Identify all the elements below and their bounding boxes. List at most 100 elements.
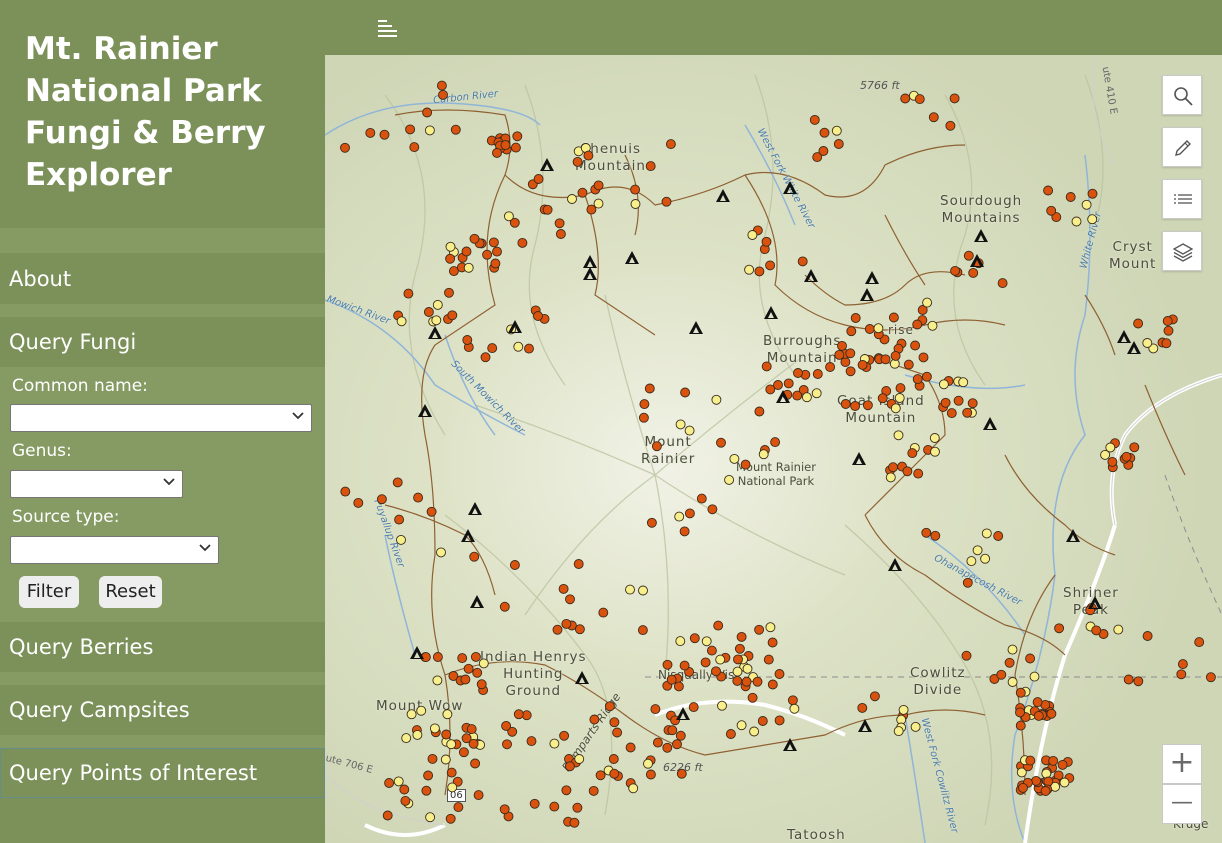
fungi-marker[interactable]	[487, 343, 498, 354]
fungi-marker[interactable]	[461, 246, 472, 257]
fungi-marker[interactable]	[561, 618, 572, 629]
fungi-marker[interactable]	[499, 601, 510, 612]
fungi-marker[interactable]	[661, 196, 672, 207]
genus-select[interactable]	[10, 470, 183, 498]
campsite-icon[interactable]	[461, 529, 475, 542]
fungi-marker[interactable]	[765, 260, 776, 271]
fungi-marker[interactable]	[797, 256, 808, 267]
fungi-marker[interactable]	[382, 810, 393, 821]
fungi-marker[interactable]	[432, 652, 443, 662]
fungi-marker[interactable]	[1046, 708, 1057, 719]
fungi-marker[interactable]	[609, 717, 620, 728]
fungi-marker[interactable]	[405, 124, 416, 135]
fungi-marker[interactable]	[921, 371, 932, 382]
fungi-marker[interactable]	[542, 204, 553, 215]
fungi-marker[interactable]	[559, 730, 570, 741]
fungi-marker[interactable]	[953, 395, 964, 406]
fungi-marker[interactable]	[512, 131, 523, 142]
fungi-marker[interactable]	[1087, 188, 1098, 199]
fungi-marker[interactable]	[499, 804, 510, 815]
fungi-marker[interactable]	[869, 691, 880, 702]
fungi-marker[interactable]	[565, 594, 575, 605]
campsite-icon[interactable]	[583, 255, 597, 268]
fungi-marker[interactable]	[732, 675, 743, 686]
fungi-marker[interactable]	[689, 633, 700, 644]
fungi-marker[interactable]	[444, 287, 454, 298]
fungi-marker[interactable]	[877, 393, 888, 404]
fungi-marker[interactable]	[612, 727, 623, 738]
reset-button[interactable]: Reset	[99, 576, 162, 608]
berry-marker[interactable]	[801, 392, 812, 403]
campsite-icon[interactable]	[783, 738, 797, 751]
fungi-marker[interactable]	[593, 180, 604, 191]
fungi-marker[interactable]	[421, 785, 432, 796]
berry-marker[interactable]	[898, 704, 909, 715]
campsite-icon[interactable]	[625, 251, 639, 264]
fungi-marker[interactable]	[549, 801, 560, 812]
fungi-marker[interactable]	[509, 560, 520, 570]
berry-marker[interactable]	[440, 754, 451, 765]
fungi-marker[interactable]	[809, 114, 820, 125]
fungi-marker[interactable]	[609, 768, 620, 779]
fungi-marker[interactable]	[554, 218, 565, 229]
berry-marker[interactable]	[432, 299, 443, 310]
fungi-marker[interactable]	[900, 93, 911, 104]
fungi-marker[interactable]	[725, 729, 736, 739]
fungi-marker[interactable]	[763, 654, 774, 665]
fungi-marker[interactable]	[696, 493, 707, 504]
fungi-marker[interactable]	[427, 753, 438, 764]
fungi-marker[interactable]	[1033, 710, 1044, 721]
berry-marker[interactable]	[574, 754, 585, 764]
campsite-icon[interactable]	[428, 326, 442, 339]
fungi-marker[interactable]	[850, 313, 861, 323]
berry-marker[interactable]	[729, 453, 740, 464]
campsite-icon[interactable]	[676, 707, 690, 720]
fungi-marker[interactable]	[946, 408, 957, 419]
fungi-marker[interactable]	[447, 310, 458, 321]
fungi-marker[interactable]	[637, 625, 648, 636]
fungi-marker[interactable]	[754, 266, 765, 277]
berry-marker[interactable]	[893, 726, 904, 737]
fungi-marker[interactable]	[533, 174, 544, 184]
berry-marker[interactable]	[910, 721, 921, 732]
fungi-marker[interactable]	[588, 785, 599, 796]
fungi-marker[interactable]	[376, 494, 387, 505]
fungi-marker[interactable]	[734, 643, 745, 654]
fungi-marker[interactable]	[1177, 659, 1188, 670]
fungi-marker[interactable]	[645, 769, 656, 780]
fungi-marker[interactable]	[675, 730, 686, 741]
fungi-marker[interactable]	[662, 742, 673, 753]
fungi-marker[interactable]	[962, 407, 973, 418]
fungi-marker[interactable]	[476, 679, 487, 690]
fungi-marker[interactable]	[770, 437, 781, 448]
query-fungi-section-header[interactable]: Query Fungi	[0, 317, 325, 367]
fungi-marker[interactable]	[825, 362, 836, 372]
fungi-marker[interactable]	[1046, 205, 1057, 216]
berry-marker[interactable]	[893, 430, 904, 441]
fungi-marker[interactable]	[379, 129, 390, 140]
fungi-marker[interactable]	[834, 349, 845, 360]
fungi-marker[interactable]	[1057, 759, 1068, 770]
berry-marker[interactable]	[429, 723, 440, 734]
campsite-icon[interactable]	[974, 229, 988, 242]
berry-marker[interactable]	[981, 528, 992, 539]
fungi-marker[interactable]	[850, 401, 861, 411]
fungi-marker[interactable]	[706, 645, 717, 656]
fungi-marker[interactable]	[463, 663, 474, 674]
fungi-marker[interactable]	[482, 249, 493, 260]
fungi-marker[interactable]	[949, 93, 960, 104]
campsite-icon[interactable]	[716, 189, 730, 202]
fungi-marker[interactable]	[583, 150, 594, 161]
fungi-marker[interactable]	[993, 531, 1004, 541]
fungi-marker[interactable]	[912, 319, 923, 330]
berry-marker[interactable]	[638, 585, 648, 596]
fungi-marker[interactable]	[1025, 755, 1036, 766]
fungi-marker[interactable]	[1107, 456, 1118, 467]
fungi-marker[interactable]	[577, 187, 588, 198]
berry-marker[interactable]	[715, 654, 726, 665]
campsite-icon[interactable]	[858, 719, 872, 732]
map-legend-button[interactable]	[1162, 179, 1202, 219]
fungi-marker[interactable]	[426, 506, 437, 517]
berry-marker[interactable]	[442, 709, 453, 720]
fungi-marker[interactable]	[1163, 325, 1174, 336]
